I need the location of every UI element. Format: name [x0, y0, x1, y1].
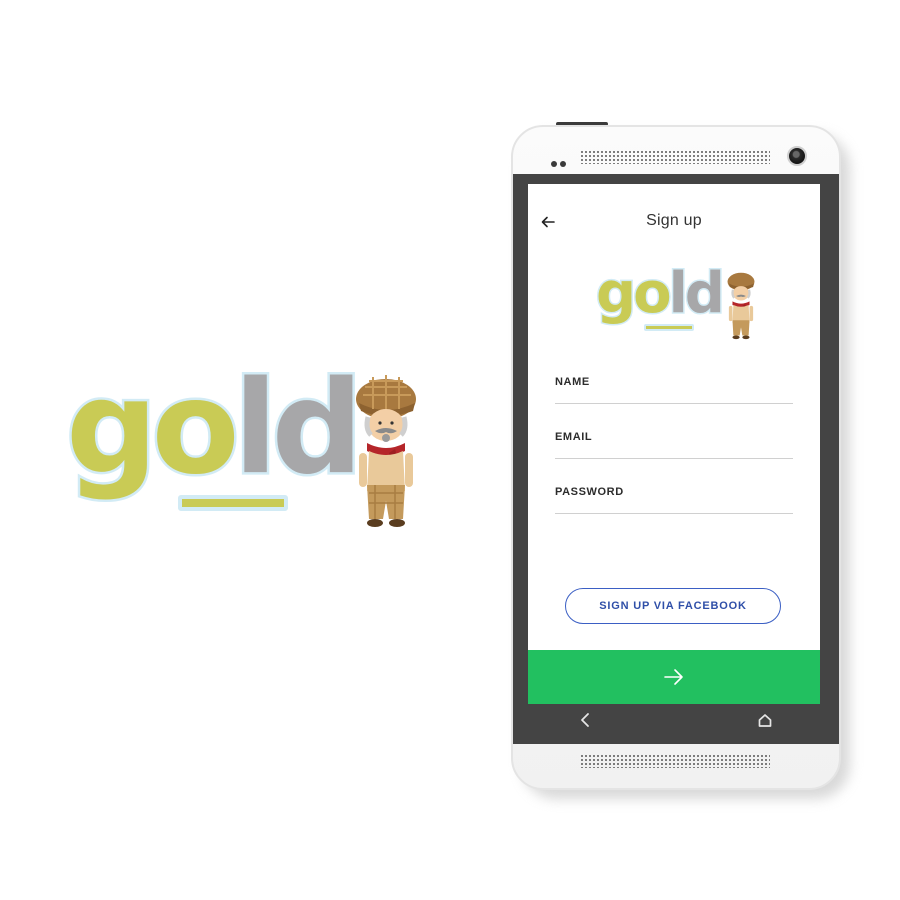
top-speaker-grille — [580, 150, 770, 164]
home-icon[interactable] — [757, 712, 773, 728]
email-input[interactable] — [555, 423, 793, 458]
name-field[interactable]: NAME — [555, 368, 793, 404]
logo-underline — [644, 324, 694, 331]
front-camera — [787, 146, 807, 166]
logo-underline — [178, 495, 288, 511]
logo-wordmark: gold — [595, 261, 727, 326]
brand-logo-small: gold — [594, 261, 764, 346]
email-field[interactable]: EMAIL — [555, 423, 793, 459]
logo-wordmark: gold — [64, 354, 366, 503]
next-button[interactable] — [528, 650, 820, 704]
bottom-speaker-grille — [580, 754, 770, 768]
mascot-illustration — [356, 375, 416, 527]
facebook-signup-button[interactable]: SIGN UP VIA FACEBOOK — [565, 588, 781, 624]
chevron-left-icon[interactable] — [578, 712, 592, 728]
sensor-dots — [551, 154, 569, 172]
app-screen: Sign up gold NAME EMAIL PASSWORD SIGN UP… — [528, 184, 820, 704]
page-title: Sign up — [646, 212, 702, 229]
name-input[interactable] — [555, 368, 793, 403]
brand-logo-large: gold — [60, 354, 460, 535]
password-input[interactable] — [555, 478, 793, 513]
arrow-right-icon — [664, 669, 683, 685]
mascot-illustration — [727, 272, 755, 340]
password-field[interactable]: PASSWORD — [555, 478, 793, 514]
